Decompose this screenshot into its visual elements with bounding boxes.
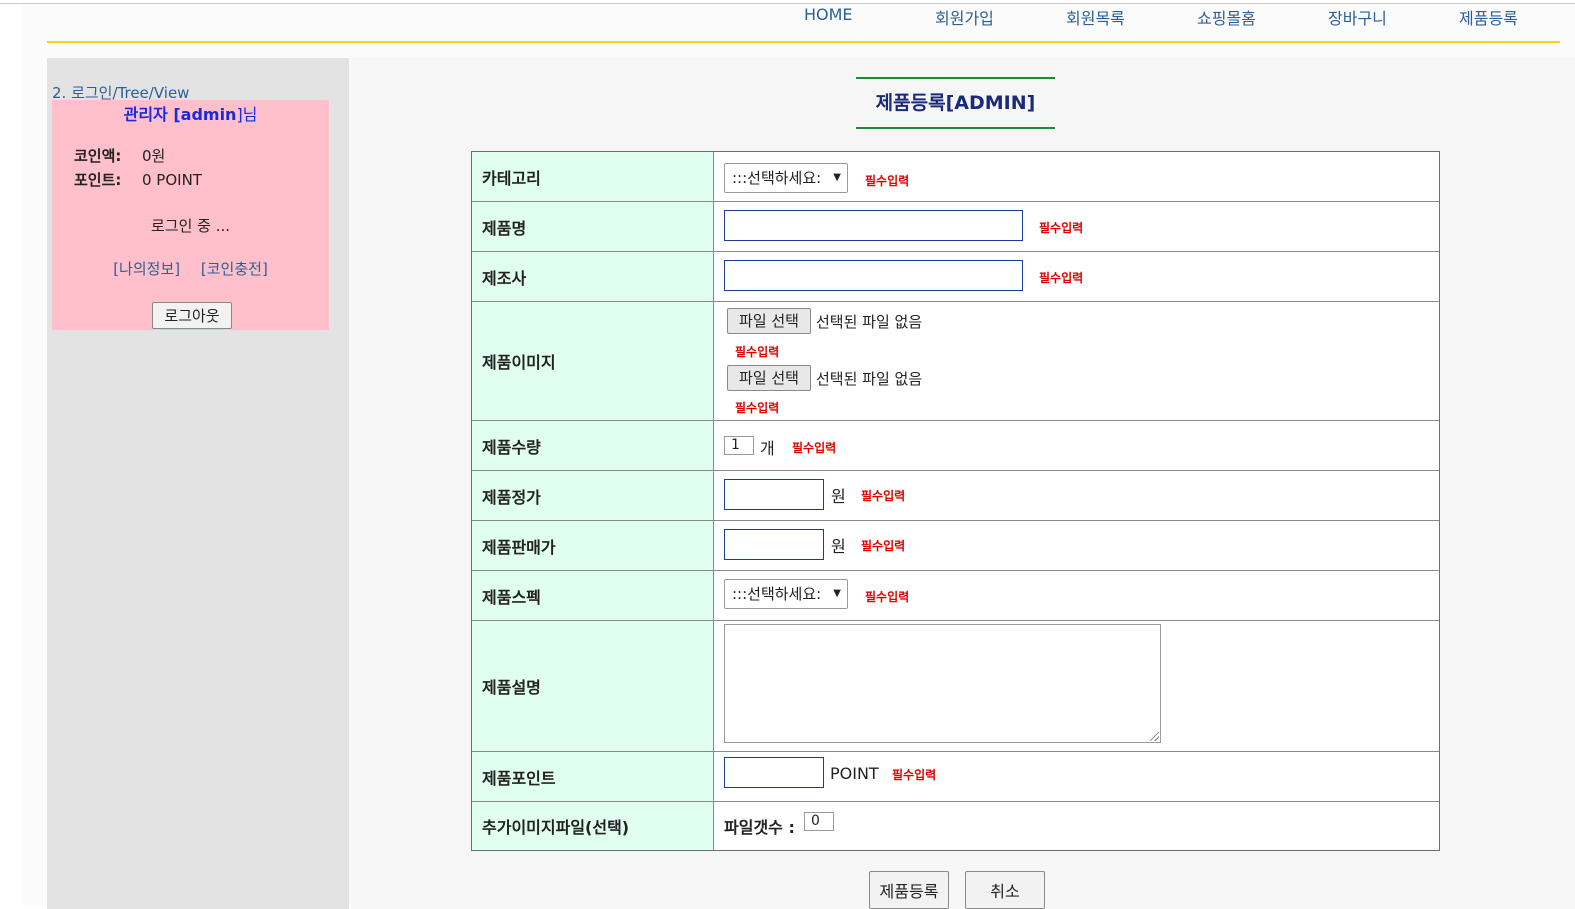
logout-button[interactable]: 로그아웃 <box>152 302 232 329</box>
coin-stat: 코인액: 0원 <box>74 145 165 166</box>
page: HOME 회원가입 회원목록 쇼핑몰홈 장바구니 제품등록 2. 로그인/Tre… <box>22 4 1575 909</box>
cell-category: :::선택하세요: ▼ 필수입력 <box>714 152 1439 201</box>
cell-description <box>714 621 1439 751</box>
nav-shop-home[interactable]: 쇼핑몰홈 <box>1197 5 1256 29</box>
required-note: 필수입력 <box>735 345 780 359</box>
row-maker: 제조사 필수입력 <box>472 252 1439 302</box>
label-description: 제품설명 <box>472 621 714 751</box>
cell-image: 파일 선택 선택된 파일 없음 필수입력 파일 선택 선택된 파일 없음 필수입… <box>714 302 1439 420</box>
maker-input[interactable] <box>724 260 1023 291</box>
main-content: 제품등록[ADMIN] 카테고리 :::선택하세요: ▼ 필수입력 제품명 필수… <box>351 58 1575 909</box>
row-name: 제품명 필수입력 <box>472 202 1439 252</box>
label-name: 제품명 <box>472 202 714 251</box>
label-category: 카테고리 <box>472 152 714 201</box>
quantity-unit: 개 <box>760 439 775 458</box>
row-point: 제품포인트 POINT 필수입력 <box>472 752 1439 802</box>
page-title: 제품등록[ADMIN] <box>856 77 1055 129</box>
nav-home[interactable]: HOME <box>804 5 853 24</box>
point-value: 0 POINT <box>142 171 202 189</box>
label-spec: 제품스펙 <box>472 571 714 620</box>
row-quantity: 제품수량 1 개 필수입력 <box>472 421 1439 471</box>
category-select[interactable]: :::선택하세요: ▼ <box>724 163 848 193</box>
admin-suffix: ]님 <box>236 105 258 124</box>
point-label: 포인트: <box>74 171 122 189</box>
cell-spec: :::선택하세요: ▼ 필수입력 <box>714 571 1439 620</box>
label-price: 제품정가 <box>472 471 714 520</box>
cancel-button[interactable]: 취소 <box>965 871 1045 909</box>
required-note: 필수입력 <box>1039 271 1084 285</box>
nav-member-list[interactable]: 회원목록 <box>1066 5 1125 29</box>
row-extra-images: 추가이미지파일(선택) 파일갯수 : 0 <box>472 802 1439 850</box>
nav-product-register[interactable]: 제품등록 <box>1459 5 1518 29</box>
register-button[interactable]: 제품등록 <box>869 871 949 909</box>
dropdown-arrow-icon: ▼ <box>833 588 841 599</box>
nav-cart[interactable]: 장바구니 <box>1328 5 1387 29</box>
coin-value: 0원 <box>142 147 166 165</box>
spec-select[interactable]: :::선택하세요: ▼ <box>724 579 848 609</box>
required-note: 필수입력 <box>792 441 837 455</box>
label-quantity: 제품수량 <box>472 421 714 470</box>
admin-prefix: 관리자 [ <box>123 105 181 124</box>
dropdown-arrow-icon: ▼ <box>833 172 841 183</box>
product-form: 카테고리 :::선택하세요: ▼ 필수입력 제품명 필수입력 제조사 필수입력 … <box>471 151 1440 851</box>
label-image: 제품이미지 <box>472 302 714 420</box>
file-status-1: 선택된 파일 없음 <box>816 313 923 331</box>
row-spec: 제품스펙 :::선택하세요: ▼ 필수입력 <box>472 571 1439 621</box>
label-sale-price: 제품판매가 <box>472 521 714 570</box>
cell-name: 필수입력 <box>714 202 1439 251</box>
nav-divider <box>47 41 1560 43</box>
coin-charge-link[interactable]: [코인충전] <box>201 260 268 278</box>
cell-extra-images: 파일갯수 : 0 <box>714 802 1439 850</box>
point-unit: POINT <box>830 764 879 783</box>
sale-price-unit: 원 <box>831 537 846 556</box>
price-input[interactable] <box>724 479 824 510</box>
cell-price: 원 필수입력 <box>714 471 1439 520</box>
nav-join[interactable]: 회원가입 <box>935 5 994 29</box>
sale-price-input[interactable] <box>724 529 824 560</box>
admin-id: admin <box>180 105 237 124</box>
my-info-link[interactable]: [나의정보] <box>113 260 180 278</box>
label-maker: 제조사 <box>472 252 714 301</box>
row-category: 카테고리 :::선택하세요: ▼ 필수입력 <box>472 152 1439 202</box>
required-note: 필수입력 <box>861 489 906 503</box>
label-point: 제품포인트 <box>472 752 714 801</box>
required-note: 필수입력 <box>1039 221 1084 235</box>
top-navigation: HOME 회원가입 회원목록 쇼핑몰홈 장바구니 제품등록 <box>22 4 1575 44</box>
account-links: [나의정보] [코인충전] <box>52 258 329 279</box>
coin-label: 코인액: <box>74 147 122 165</box>
spec-select-value: :::선택하세요: <box>732 585 822 603</box>
label-extra-images: 추가이미지파일(선택) <box>472 802 714 850</box>
file-select-button-1[interactable]: 파일 선택 <box>727 308 811 334</box>
row-description: 제품설명 <box>472 621 1439 752</box>
row-price: 제품정가 원 필수입력 <box>472 471 1439 521</box>
description-textarea[interactable] <box>724 624 1161 743</box>
required-note: 필수입력 <box>735 401 780 415</box>
file-select-button-2[interactable]: 파일 선택 <box>727 365 811 391</box>
point-stat: 포인트: 0 POINT <box>74 169 202 190</box>
cell-sale-price: 원 필수입력 <box>714 521 1439 570</box>
cell-quantity: 1 개 필수입력 <box>714 421 1439 470</box>
file-count-label: 파일갯수 : <box>724 818 795 837</box>
file-count-input[interactable]: 0 <box>804 812 834 831</box>
file-status-2: 선택된 파일 없음 <box>816 370 923 388</box>
row-sale-price: 제품판매가 원 필수입력 <box>472 521 1439 571</box>
login-panel: 관리자 [admin]님 코인액: 0원 포인트: 0 POINT 로그인 중 ..… <box>52 100 329 330</box>
cell-maker: 필수입력 <box>714 252 1439 301</box>
required-note: 필수입력 <box>865 174 910 188</box>
sidebar: 2. 로그인/Tree/View 관리자 [admin]님 코인액: 0원 포인트… <box>47 58 349 909</box>
point-input[interactable] <box>724 757 824 788</box>
product-name-input[interactable] <box>724 210 1023 241</box>
resize-grip-icon[interactable] <box>1150 732 1159 741</box>
login-status: 로그인 중 ... <box>150 217 231 235</box>
admin-greeting: 관리자 [admin]님 <box>52 101 329 125</box>
price-unit: 원 <box>831 487 846 506</box>
required-note: 필수입력 <box>892 768 937 782</box>
quantity-input[interactable]: 1 <box>724 436 754 455</box>
cell-point: POINT 필수입력 <box>714 752 1439 801</box>
required-note: 필수입력 <box>865 590 910 604</box>
row-image: 제품이미지 파일 선택 선택된 파일 없음 필수입력 파일 선택 선택된 파일 … <box>472 302 1439 421</box>
required-note: 필수입력 <box>861 539 906 553</box>
category-select-value: :::선택하세요: <box>732 169 822 187</box>
